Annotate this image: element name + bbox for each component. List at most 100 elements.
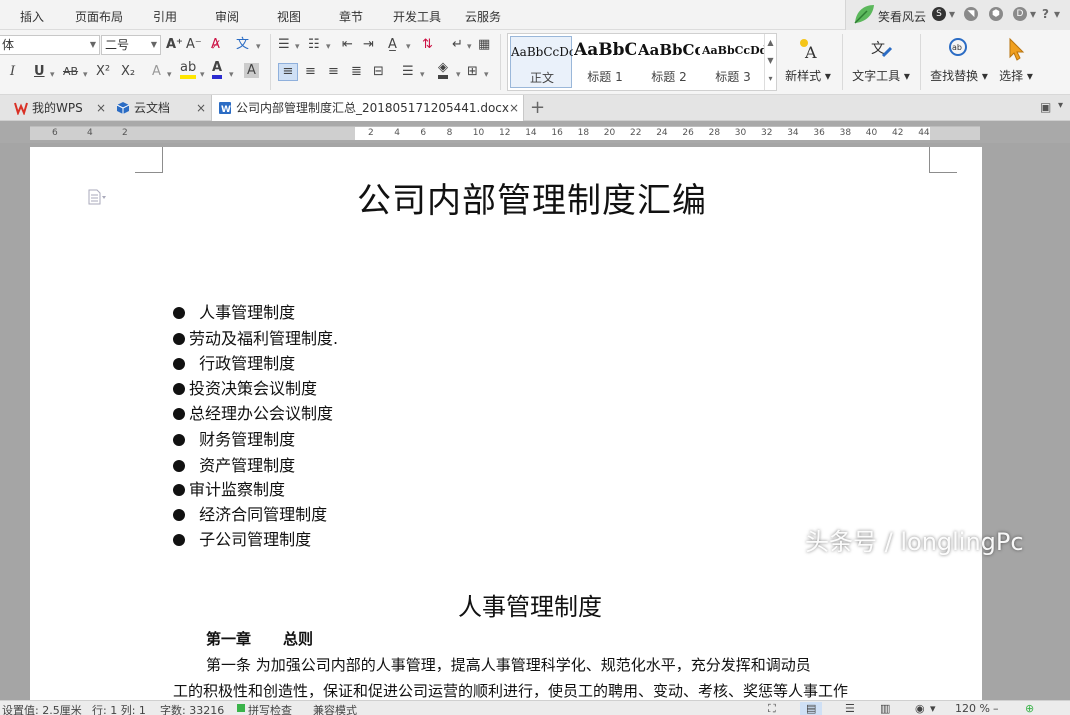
chevron-down-icon[interactable]: ▾ bbox=[930, 702, 936, 715]
username[interactable]: 笑看风云 bbox=[878, 8, 926, 25]
zoom-level[interactable]: 120 % bbox=[955, 702, 990, 715]
chevron-down-icon[interactable]: ▾ bbox=[167, 66, 172, 84]
tab-cloud-docs[interactable]: 云文档 × bbox=[110, 95, 210, 121]
web-view-icon[interactable]: ▥ bbox=[880, 702, 890, 715]
subscript-icon[interactable]: X₂ bbox=[121, 63, 135, 81]
chevron-down-icon[interactable]: ▾ bbox=[406, 38, 411, 56]
status-word-count[interactable]: 字数: 33216 bbox=[160, 702, 224, 715]
font-color-icon[interactable]: A bbox=[212, 61, 223, 79]
font-name-select[interactable]: 体 ▼ bbox=[0, 35, 100, 55]
eye-protect-icon[interactable]: ◉ bbox=[915, 702, 925, 715]
chevron-down-icon[interactable]: ▾ bbox=[949, 7, 955, 21]
italic-icon[interactable]: I bbox=[10, 63, 15, 81]
skin-icon[interactable]: ◥ bbox=[964, 7, 978, 21]
list-item: 总经理办公会议制度 bbox=[173, 400, 333, 424]
chevron-down-icon[interactable]: ▾ bbox=[1054, 7, 1060, 21]
fullscreen-icon[interactable]: ⛶ bbox=[768, 702, 776, 715]
char-shading-icon[interactable]: A bbox=[244, 63, 259, 78]
tab-active-document[interactable]: W 公司内部管理制度汇总_201805171205441.docx × bbox=[211, 95, 524, 121]
shrink-font-icon[interactable]: A⁻ bbox=[186, 36, 202, 54]
text-effect-icon[interactable]: A bbox=[152, 63, 161, 81]
help-icon[interactable]: ? bbox=[1042, 7, 1049, 21]
superscript-icon[interactable]: X² bbox=[96, 63, 110, 81]
decrease-indent-icon[interactable]: ⇤ bbox=[342, 36, 353, 54]
vip-badge-icon[interactable]: S bbox=[932, 7, 946, 21]
menu-references[interactable]: 引用 bbox=[153, 8, 177, 25]
menu-insert[interactable]: 插入 bbox=[20, 8, 44, 25]
distribute-icon[interactable]: ⊟ bbox=[373, 63, 384, 81]
text-tools-button[interactable]: 文 文字工具 ▾ bbox=[848, 34, 914, 90]
menu-cloud-service[interactable]: 云服务 bbox=[465, 8, 501, 25]
horizontal-ruler[interactable]: 6 4 2 2 4 6 8 10 12 14 16 18 20 22 24 26 28 30 32 34 36 38… bbox=[30, 126, 980, 140]
align-left-icon[interactable]: ≡ bbox=[278, 63, 298, 81]
menu-review[interactable]: 审阅 bbox=[215, 8, 239, 25]
menu-page-layout[interactable]: 页面布局 bbox=[75, 8, 123, 25]
tab-overview-icon[interactable]: ▣ bbox=[1040, 100, 1051, 114]
clear-format-icon[interactable]: A̷ bbox=[211, 36, 220, 54]
strikethrough-icon[interactable]: AB bbox=[63, 63, 78, 81]
close-icon[interactable]: × bbox=[509, 95, 519, 121]
increase-indent-icon[interactable]: ⇥ bbox=[363, 36, 374, 54]
expand-icon[interactable]: ▾ bbox=[765, 70, 776, 88]
close-icon[interactable]: × bbox=[96, 95, 106, 121]
chevron-down-icon[interactable]: ▾ bbox=[229, 66, 234, 84]
tab-my-wps[interactable]: 我的WPS × bbox=[8, 95, 108, 121]
select-button[interactable]: 选择 ▾ bbox=[992, 34, 1040, 90]
char-scale-icon[interactable]: A̲ bbox=[388, 36, 397, 54]
outline-view-icon[interactable]: ☰ bbox=[845, 702, 855, 715]
chevron-down-icon[interactable]: ▾ bbox=[1030, 7, 1036, 21]
chevron-down-icon[interactable]: ▾ bbox=[50, 66, 55, 84]
settings-icon[interactable]: ⬢ bbox=[989, 7, 1003, 21]
grow-font-icon[interactable]: A⁺ bbox=[166, 36, 183, 54]
numbered-list-icon[interactable]: ☷ bbox=[308, 36, 320, 54]
menu-view[interactable]: 视图 bbox=[277, 8, 301, 25]
status-spell-check[interactable]: 拼写检查 bbox=[248, 702, 292, 715]
font-size-select[interactable]: 二号 ▼ bbox=[101, 35, 161, 55]
wps-assistant-icon[interactable]: ⊕ bbox=[1025, 702, 1034, 715]
align-center-icon[interactable]: ≡ bbox=[305, 63, 316, 81]
new-tab-icon[interactable]: + bbox=[530, 95, 545, 121]
style-heading-2[interactable]: AaBbCc 标题 2 bbox=[638, 36, 700, 88]
underline-icon[interactable]: U bbox=[34, 63, 45, 81]
new-style-button[interactable]: A 新样式 ▾ bbox=[778, 34, 838, 90]
share-icon[interactable]: D bbox=[1013, 7, 1027, 21]
line-spacing-icon[interactable]: ☰ bbox=[402, 63, 414, 81]
status-setting[interactable]: 设置值: 2.5厘米 bbox=[2, 702, 82, 715]
wps-logo-icon bbox=[14, 102, 28, 115]
highlight-icon[interactable]: ab bbox=[180, 61, 197, 79]
style-heading-1[interactable]: AaBbC 标题 1 bbox=[574, 36, 636, 88]
chevron-up-icon[interactable]: ▲ bbox=[765, 34, 776, 52]
ruler-number: 20 bbox=[603, 128, 616, 138]
chevron-down-icon[interactable]: ▾ bbox=[326, 38, 331, 56]
find-replace-button[interactable]: ab 查找替换 ▾ bbox=[926, 34, 992, 90]
chevron-down-icon[interactable]: ▾ bbox=[1058, 100, 1063, 111]
close-icon[interactable]: × bbox=[196, 95, 206, 121]
chevron-down-icon[interactable]: ▾ bbox=[256, 38, 261, 56]
align-right-icon[interactable]: ≡ bbox=[328, 63, 339, 81]
zoom-out-icon[interactable]: – bbox=[993, 702, 999, 715]
chevron-down-icon[interactable]: ▾ bbox=[83, 66, 88, 84]
menu-section[interactable]: 章节 bbox=[339, 8, 363, 25]
chevron-down-icon[interactable]: ▾ bbox=[484, 66, 489, 84]
menu-developer[interactable]: 开发工具 bbox=[393, 8, 441, 25]
chevron-down-icon[interactable]: ▾ bbox=[200, 66, 205, 84]
style-normal[interactable]: AaBbCcDc 正文 bbox=[510, 36, 573, 88]
chevron-down-icon[interactable]: ▼ bbox=[765, 52, 776, 70]
chevron-down-icon[interactable]: ▾ bbox=[467, 38, 472, 56]
chevron-down-icon[interactable]: ▾ bbox=[295, 38, 300, 56]
sort-icon[interactable]: ⇅ bbox=[422, 36, 433, 54]
show-marks-icon[interactable]: ↵ bbox=[452, 36, 463, 54]
table-grid-icon[interactable]: ▦ bbox=[478, 36, 490, 54]
document-page[interactable]: 公司内部管理制度汇编 人事管理制度 劳动及福利管理制度. 行政管理制度 投资决策… bbox=[30, 147, 982, 707]
shading-icon[interactable]: ◈ bbox=[438, 61, 448, 79]
justify-icon[interactable]: ≣ bbox=[351, 63, 362, 81]
pinyin-icon[interactable]: 文 bbox=[236, 36, 249, 54]
bullet-list-icon[interactable]: ☰ bbox=[278, 36, 290, 54]
styles-scroll[interactable]: ▲ ▼ ▾ bbox=[764, 34, 776, 90]
style-heading-3[interactable]: AaBbCcDd 标题 3 bbox=[702, 36, 764, 88]
list-item: 审计监察制度 bbox=[173, 476, 285, 500]
border-icon[interactable]: ⊞ bbox=[467, 63, 478, 81]
chevron-down-icon[interactable]: ▾ bbox=[420, 66, 425, 84]
chevron-down-icon[interactable]: ▾ bbox=[456, 66, 461, 84]
page-view-icon[interactable]: ▤ bbox=[800, 702, 823, 715]
